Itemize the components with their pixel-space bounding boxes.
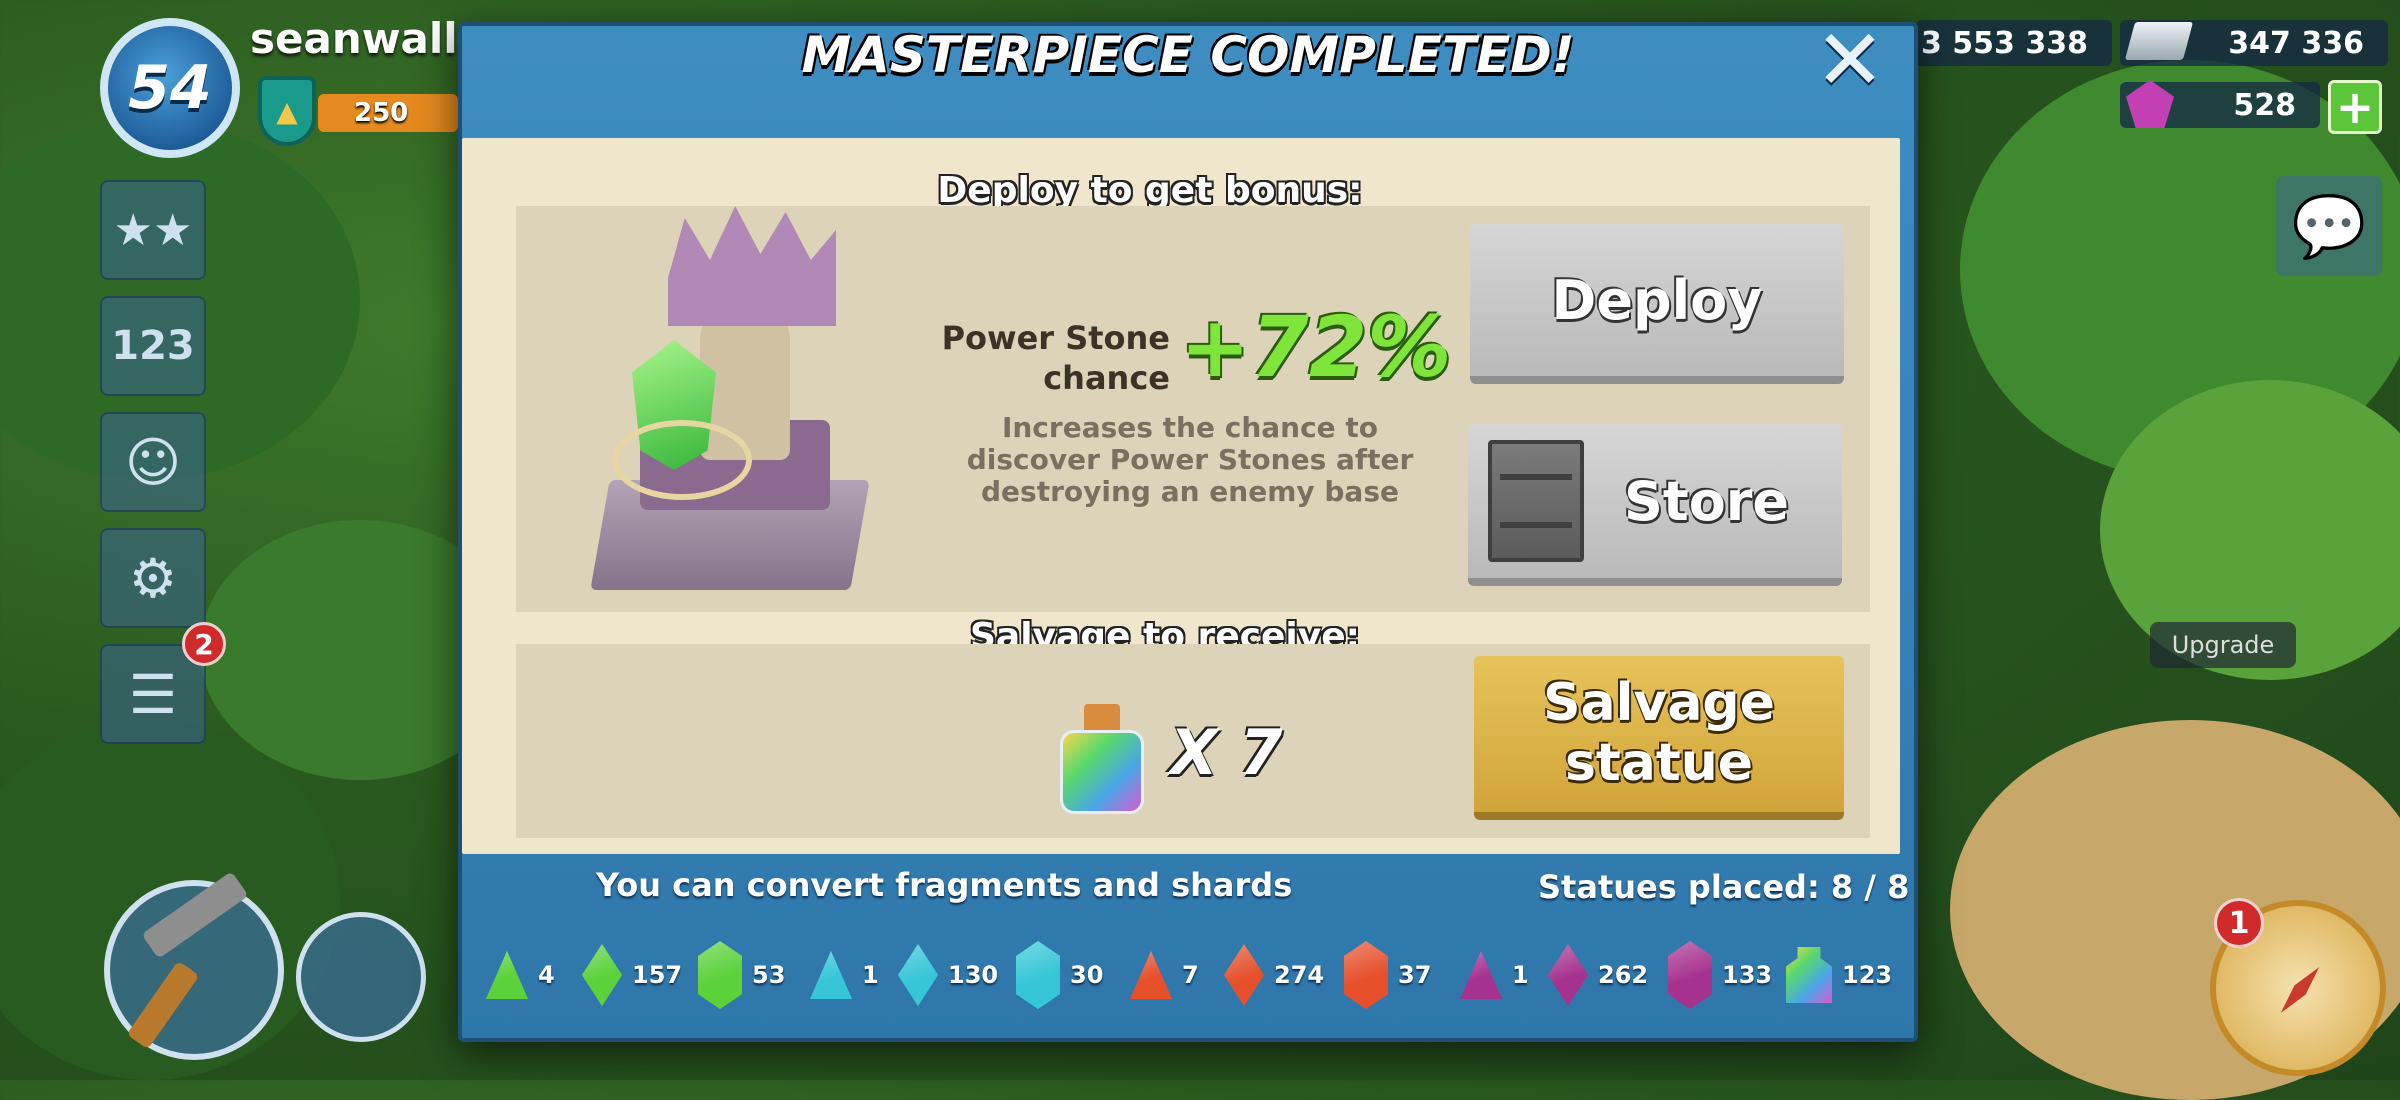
inventory-item[interactable]: 1 <box>810 940 879 1010</box>
achievements-button[interactable]: ★★ <box>100 180 206 280</box>
cyan-shard-icon <box>898 944 938 1006</box>
people-icon: ☺ <box>124 430 182 494</box>
player-level-badge[interactable]: 54 <box>100 18 240 158</box>
inventory-count: 1 <box>862 961 879 989</box>
inventory-count: 123 <box>1842 961 1893 989</box>
red-fragment-icon <box>1130 951 1172 999</box>
green-fragment-icon <box>486 951 528 999</box>
xp-bar: 250 <box>318 94 458 132</box>
stars-icon: ★★ <box>113 204 193 256</box>
map-badge: 1 <box>2214 898 2264 948</box>
player-level: 54 <box>128 53 212 123</box>
cyan-fragment-icon <box>810 951 852 999</box>
inventory-item[interactable]: 123 <box>1786 940 1892 1010</box>
chat-button[interactable]: 💬 <box>2276 176 2382 276</box>
inventory-item[interactable]: 1 <box>1460 940 1529 1010</box>
convert-text: You can convert fragments and shards <box>596 866 1293 904</box>
deploy-button[interactable]: Deploy <box>1470 224 1844 384</box>
inventory-count: 7 <box>1182 961 1199 989</box>
inventory-item[interactable]: 4 <box>486 940 555 1010</box>
inventory-item[interactable]: 157 <box>582 940 682 1010</box>
crate-icon <box>1488 440 1584 562</box>
deploy-button-label: Deploy <box>1551 268 1763 332</box>
iron-value: 347 336 <box>2228 25 2364 61</box>
purple-shard-icon <box>1548 944 1588 1006</box>
inventory-count: 133 <box>1722 961 1773 989</box>
red-shard-icon <box>1224 944 1264 1006</box>
idol-potion-icon <box>1060 704 1144 814</box>
inventory-count: 30 <box>1070 961 1104 989</box>
inventory-count: 53 <box>752 961 786 989</box>
salvage-statue-button[interactable]: Salvage statue <box>1474 656 1844 820</box>
gems-counter: 528 <box>2120 80 2320 128</box>
deploy-section-label: Deploy to get bonus: <box>937 170 1363 211</box>
inventory-count: 130 <box>948 961 999 989</box>
settings-button[interactable]: ⚙ <box>100 528 206 628</box>
inventory-count: 37 <box>1398 961 1432 989</box>
bonus-description: Increases the chance to discover Power S… <box>966 411 1414 509</box>
inventory-count: 1 <box>1512 961 1529 989</box>
green-crystal-icon <box>698 941 742 1009</box>
inventory-count: 157 <box>632 961 683 989</box>
gear-icon: ⚙ <box>128 546 178 610</box>
bonus-value: +72% <box>1180 298 1452 396</box>
buy-gems-button[interactable]: + <box>2328 80 2382 134</box>
purple-crystal-icon <box>1668 941 1712 1009</box>
inventory-item[interactable]: 262 <box>1548 940 1648 1010</box>
salvage-multiplier: X 7 <box>1170 716 1283 789</box>
store-button-label: Store <box>1624 469 1790 533</box>
inventory-item[interactable]: 274 <box>1224 940 1324 1010</box>
inventory-item[interactable]: 30 <box>1016 940 1103 1010</box>
inventory-count: 4 <box>538 961 555 989</box>
modal-title: MASTERPIECE COMPLETED! <box>801 26 1575 84</box>
chest-button[interactable] <box>296 912 426 1042</box>
task-force-button[interactable]: ☺ <box>100 412 206 512</box>
gold-counter: 3 553 338 <box>1916 20 2112 66</box>
statues-placed: Statues placed: 8 / 8 <box>1538 868 1910 906</box>
inventory-count: 262 <box>1598 961 1649 989</box>
xp-value: 250 <box>354 98 409 128</box>
salvage-button-label: Salvage statue <box>1543 673 1775 793</box>
chat-icon: 💬 <box>2291 191 2367 262</box>
idol-potion-icon <box>1786 947 1832 1003</box>
iron-icon <box>2124 22 2194 60</box>
player-name[interactable]: seanwalla <box>250 14 486 63</box>
green-shard-icon <box>582 944 622 1006</box>
leaderboard-button[interactable]: 123 <box>100 296 206 396</box>
statue-ring <box>612 420 752 500</box>
news-badge: 2 <box>182 622 226 666</box>
podium-icon: 123 <box>111 323 195 369</box>
rank-shield-icon[interactable]: ▲ <box>258 76 316 146</box>
red-crystal-icon <box>1344 941 1388 1009</box>
inventory-item[interactable]: 130 <box>898 940 998 1010</box>
inventory-item[interactable]: 37 <box>1344 940 1431 1010</box>
bonus-name: Power Stone chance <box>941 319 1170 397</box>
purple-fragment-icon <box>1460 951 1502 999</box>
upgrade-label[interactable]: Upgrade <box>2150 622 2296 668</box>
gem-icon <box>2126 80 2174 128</box>
gold-value: 3 553 338 <box>1920 25 2088 61</box>
close-button[interactable]: ✕ <box>1810 18 1890 102</box>
iron-counter: 347 336 <box>2120 20 2388 66</box>
inventory-item[interactable]: 133 <box>1668 940 1772 1010</box>
inventory-item[interactable]: 53 <box>698 940 785 1010</box>
cyan-crystal-icon <box>1016 941 1060 1009</box>
inventory-item[interactable]: 7 <box>1130 940 1199 1010</box>
gems-value: 528 <box>2233 87 2296 123</box>
store-button[interactable]: Store <box>1468 424 1842 586</box>
newspaper-icon: ☰ <box>128 662 178 726</box>
inventory-count: 274 <box>1274 961 1325 989</box>
